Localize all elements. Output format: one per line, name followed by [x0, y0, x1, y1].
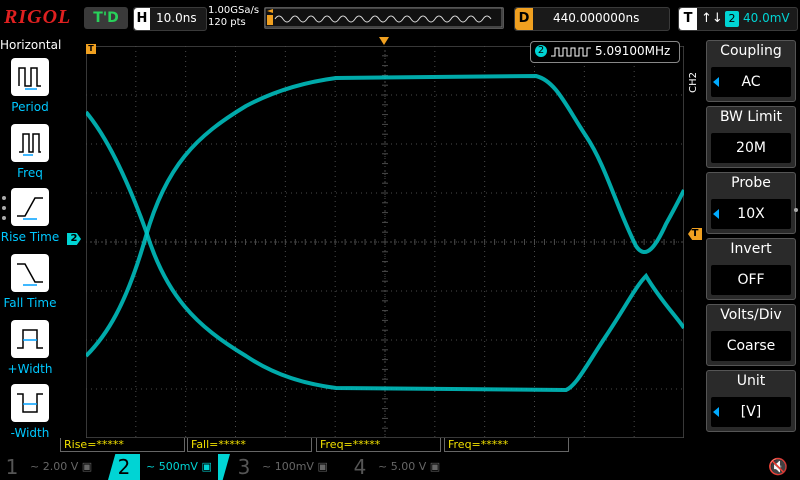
volts-div-value: Coarse — [711, 331, 791, 361]
measure-fall-time-button[interactable]: Fall Time — [0, 254, 60, 318]
measurement-fall[interactable]: Fall=***** — [187, 438, 312, 452]
rise-time-icon — [11, 188, 49, 226]
unit-menu-item[interactable]: Unit [V] — [706, 370, 796, 432]
channel-4-number: 4 — [353, 455, 367, 479]
unit-title: Unit — [736, 373, 766, 389]
graticule — [86, 46, 684, 438]
timebase-key: H — [134, 8, 150, 30]
measurement-freq-1[interactable]: Freq=***** — [316, 438, 441, 452]
channel-menu-tag: CH2 — [688, 72, 699, 93]
measurement-freq-2[interactable]: Freq=***** — [444, 438, 569, 452]
channel-2-number: 2 — [117, 455, 131, 479]
freq-icon — [11, 124, 49, 162]
square-wave-icon — [551, 47, 591, 57]
bw-limit-menu-item[interactable]: BW Limit 20M — [706, 106, 796, 168]
measure-fall-time-label: Fall Time — [3, 296, 57, 310]
invert-menu-item[interactable]: Invert OFF — [706, 238, 796, 300]
channel-4-tab[interactable]: 4 ~ 5.00 V ▣ — [350, 454, 460, 480]
measure-freq-button[interactable]: Freq — [0, 124, 60, 188]
bw-limit-title: BW Limit — [719, 109, 783, 125]
knob-select-icon — [713, 77, 719, 87]
frequency-counter: 2 5.09100MHz — [530, 41, 680, 63]
measure-rise-time-button[interactable]: Rise Time — [0, 188, 60, 252]
timebase-readout[interactable]: H 10.0ns — [133, 7, 207, 31]
waveform-display[interactable] — [86, 46, 684, 438]
measure-freq-label: Freq — [17, 166, 43, 180]
trigger-level: 40.0mV — [743, 11, 790, 25]
bw-limit-value: 20M — [711, 133, 791, 163]
horizontal-measure-menu: Horizontal Period Freq Rise Time Fall Ti… — [0, 36, 62, 440]
channel-3-number: 3 — [237, 455, 251, 479]
memory-points: 120 pts — [208, 17, 246, 28]
channel-4-scale: ~ 5.00 V ▣ — [378, 460, 441, 473]
delay-readout[interactable]: D 440.000000ns — [514, 7, 670, 31]
volts-div-title: Volts/Div — [720, 307, 782, 323]
page-dot — [2, 216, 6, 220]
timebase-value: 10.0ns — [156, 11, 197, 25]
counter-channel-badge: 2 — [535, 45, 547, 57]
trigger-readout[interactable]: T ↑↓ 2 40.0mV — [678, 7, 798, 31]
coupling-title: Coupling — [720, 43, 782, 59]
measure-positive-width-button[interactable]: +Width — [0, 320, 60, 384]
page-dot — [2, 196, 6, 200]
counter-frequency-value: 5.09100MHz — [595, 44, 671, 58]
run-status-badge[interactable]: T'D — [84, 7, 128, 29]
trigger-source-badge: 2 — [725, 11, 739, 27]
page-dot — [2, 206, 6, 210]
memory-waveform-preview — [264, 7, 503, 28]
fall-time-icon — [11, 254, 49, 292]
coupling-menu-item[interactable]: Coupling AC — [706, 40, 796, 102]
menu-title: Horizontal — [0, 38, 62, 52]
channel-1-tab[interactable]: 1 ~ 2.00 V ▣ — [2, 454, 106, 480]
channel-1-scale: ~ 2.00 V ▣ — [30, 460, 93, 473]
probe-title: Probe — [731, 175, 771, 191]
period-icon — [11, 58, 49, 96]
channel-bar: 1 ~ 2.00 V ▣ 2 ~ 500mV ▣ 3 ~ 100mV ▣ 4 ~… — [0, 454, 800, 480]
delay-value: 440.000000ns — [553, 11, 640, 25]
acquisition-info: 1.00GSa/s 120 pts — [208, 5, 259, 29]
speaker-mute-icon[interactable]: 🔇 — [760, 454, 796, 480]
ch2-offset-marker[interactable]: 2 — [67, 233, 81, 245]
coupling-value: AC — [711, 67, 791, 97]
trigger-edge-icon: ↑↓ — [701, 11, 723, 26]
trigger-key: T — [679, 8, 697, 30]
invert-value: OFF — [711, 265, 791, 295]
measure-negative-width-button[interactable]: -Width — [0, 384, 60, 448]
knob-select-icon — [713, 407, 719, 417]
knob-select-icon — [713, 209, 719, 219]
probe-menu-item[interactable]: Probe 10X — [706, 172, 796, 234]
measure-period-button[interactable]: Period — [0, 58, 60, 122]
channel-2-tab[interactable]: 2 ~ 500mV ▣ — [108, 454, 230, 480]
measure-rise-time-label: Rise Time — [0, 230, 60, 244]
delay-key: D — [515, 8, 533, 30]
trigger-position-marker[interactable] — [379, 37, 389, 45]
unit-value: [V] — [711, 397, 791, 427]
measure-period-label: Period — [11, 100, 49, 114]
measurement-rise[interactable]: Rise=***** — [60, 438, 185, 452]
status-bar: RIGOL T'D H 10.0ns 1.00GSa/s 120 pts D 4… — [0, 0, 800, 36]
sample-rate: 1.00GSa/s — [208, 5, 260, 16]
brand-logo: RIGOL — [4, 6, 72, 28]
negative-width-icon — [11, 384, 49, 422]
trigger-time-marker[interactable]: T — [86, 44, 96, 54]
channel-3-tab[interactable]: 3 ~ 100mV ▣ — [234, 454, 344, 480]
trigger-level-marker[interactable]: T — [688, 228, 702, 240]
page-dot — [794, 208, 798, 212]
measure-negative-width-label: -Width — [10, 426, 50, 440]
positive-width-icon — [11, 320, 49, 358]
probe-value: 10X — [711, 199, 791, 229]
volts-div-menu-item[interactable]: Volts/Div Coarse — [706, 304, 796, 366]
invert-title: Invert — [730, 241, 772, 257]
channel-3-scale: ~ 100mV ▣ — [262, 460, 328, 473]
channel-settings-menu: Coupling AC BW Limit 20M Probe 10X Inver… — [702, 40, 800, 440]
measure-positive-width-label: +Width — [7, 362, 53, 376]
channel-2-scale: ~ 500mV ▣ — [140, 454, 218, 480]
channel-1-number: 1 — [5, 455, 19, 479]
memory-overview-bar[interactable] — [264, 7, 504, 29]
